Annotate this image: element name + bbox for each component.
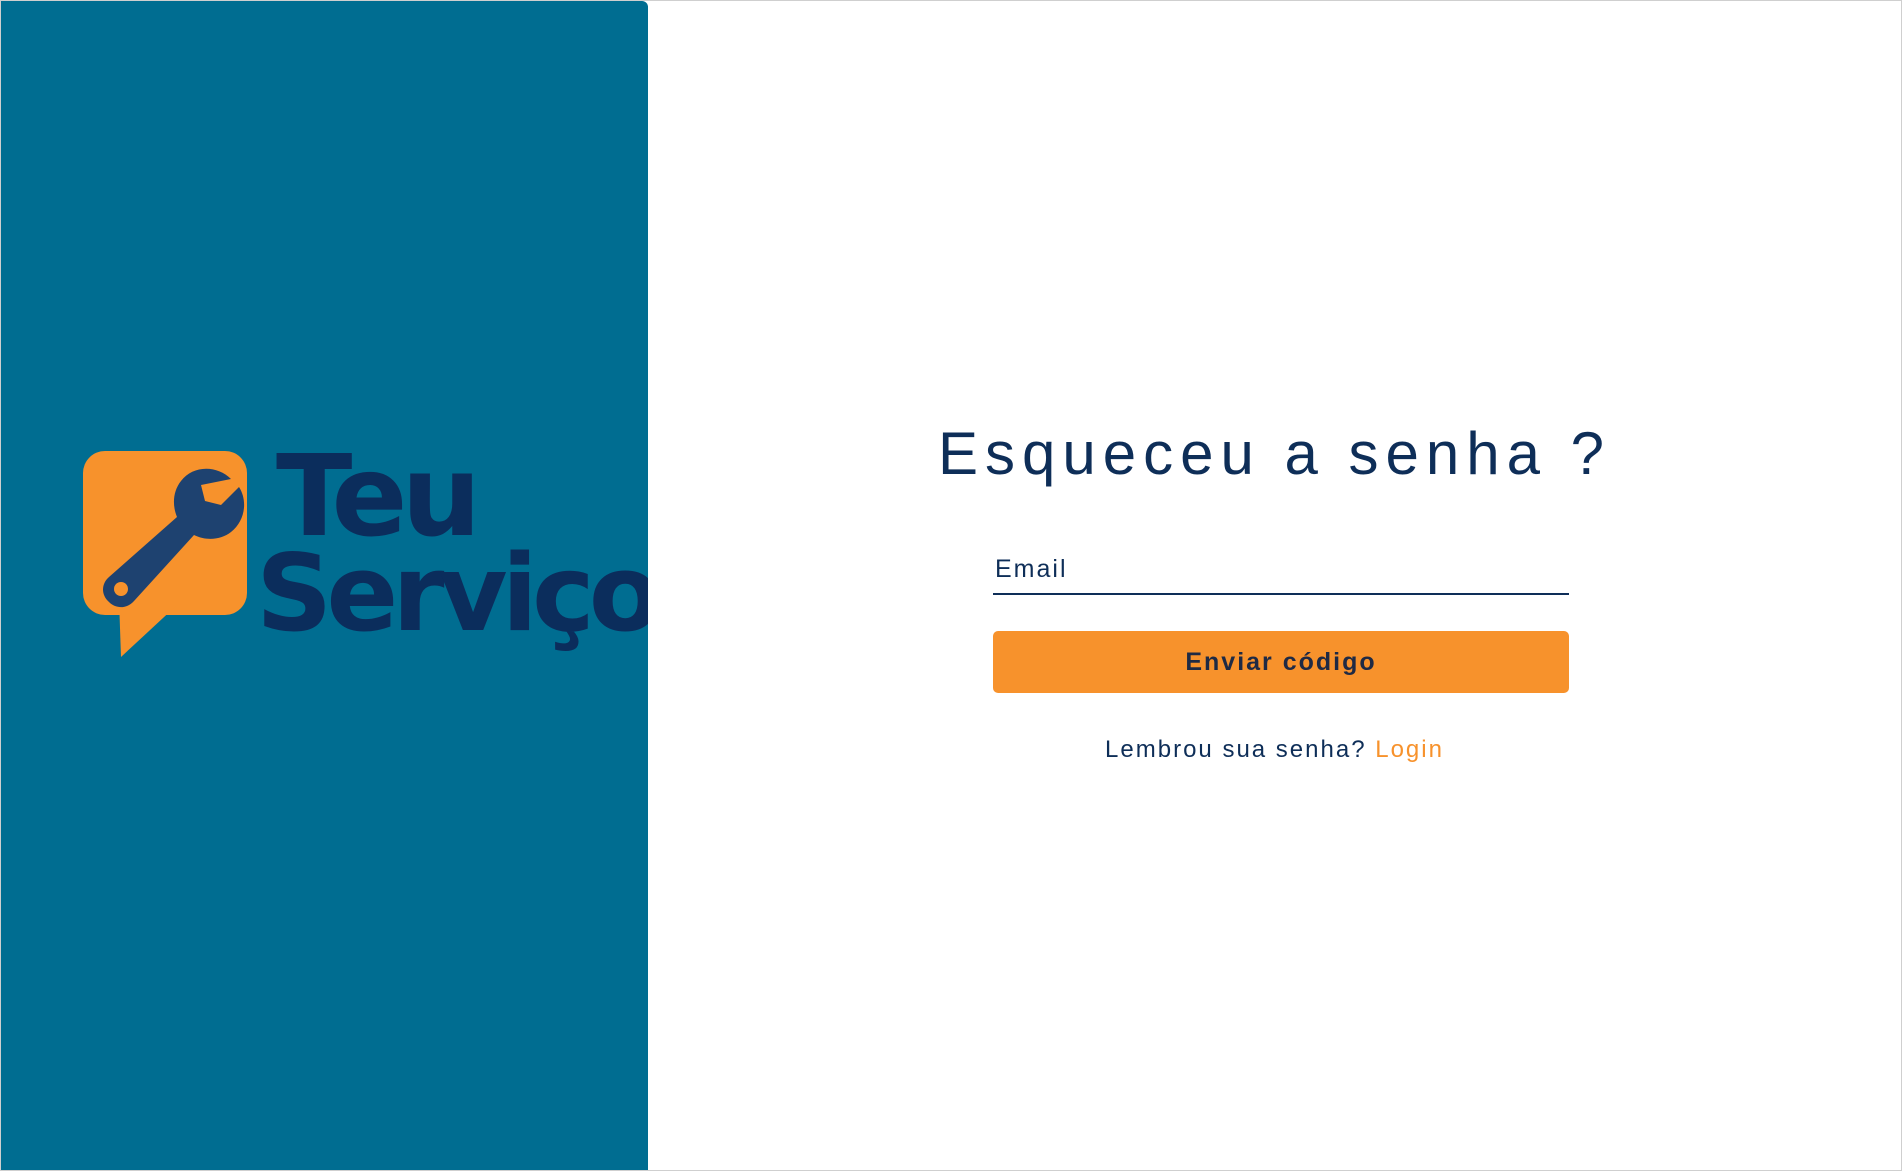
wrench-chat-bubble-icon xyxy=(83,451,247,657)
brand-name-line-2: Serviço xyxy=(256,532,662,655)
send-code-button[interactable]: Enviar código xyxy=(993,631,1569,693)
login-link[interactable]: Login xyxy=(1375,736,1444,763)
page-title: Esqueceu a senha ? xyxy=(937,420,1612,487)
brand-logo: Teu Serviço xyxy=(81,441,662,669)
page-frame: Teu Serviço Esqueceu a senha ? Enviar có… xyxy=(0,0,1902,1171)
login-prompt: Lembrou sua senha? Login xyxy=(648,736,1901,764)
login-prompt-text: Lembrou sua senha? xyxy=(1105,736,1367,763)
form-panel: Esqueceu a senha ? Enviar código Lembrou… xyxy=(648,1,1901,1170)
email-field xyxy=(993,547,1569,595)
email-input[interactable] xyxy=(993,547,1569,591)
brand-panel: Teu Serviço xyxy=(1,1,662,1170)
